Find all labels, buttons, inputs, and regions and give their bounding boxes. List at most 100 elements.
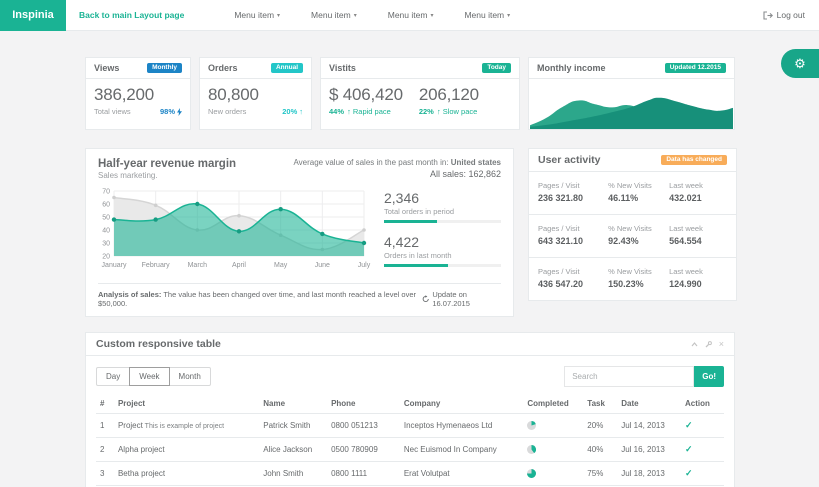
column-header: Completed: [523, 396, 583, 414]
brand-logo[interactable]: Inspinia: [0, 0, 66, 31]
card-title: Orders: [208, 63, 238, 73]
cell-date: Jul 14, 2013: [617, 414, 681, 438]
user-activity-row-1: Pages / Visit236 321.80% New Visits46.11…: [529, 172, 736, 215]
middle-row: Half-year revenue margin Sales marketing…: [85, 148, 735, 317]
filter-week-button[interactable]: Week: [129, 367, 169, 386]
svg-text:50: 50: [102, 215, 110, 222]
user-activity-value: 236 321.80: [538, 193, 608, 203]
visit-value: 206,120: [419, 85, 479, 105]
theme-settings-button[interactable]: ⚙: [781, 49, 819, 78]
visit-stat-1: $ 406,420 44% ↑Rapid pace: [329, 85, 403, 116]
check-icon[interactable]: ✓: [685, 420, 693, 430]
svg-text:60: 60: [102, 202, 110, 209]
analysis-text: Analysis of sales: The value has been ch…: [98, 290, 422, 308]
filter-group: DayWeekMonth: [96, 367, 211, 386]
menu-item-label: Menu item: [464, 10, 504, 20]
main-content: Views Monthly 386,200 Total views 98% Or…: [85, 57, 735, 487]
table-row: 3Betha projectJohn Smith0800 1111Erat Vo…: [96, 462, 724, 486]
visit-value: $ 406,420: [329, 85, 403, 105]
check-icon[interactable]: ✓: [685, 468, 693, 478]
today-badge: Today: [482, 63, 511, 74]
completed-pie-chart: [527, 421, 536, 430]
svg-text:January: January: [102, 262, 127, 269]
cell-action: ✓: [681, 414, 724, 438]
revenue-title: Half-year revenue margin: [98, 158, 236, 170]
user-activity-label: Pages / Visit: [538, 267, 608, 276]
cell-completed: [523, 414, 583, 438]
wrench-icon[interactable]: [705, 341, 712, 348]
user-activity-label: Last week: [669, 224, 727, 233]
user-activity-value: 564.554: [669, 236, 727, 246]
cell-num: 1: [96, 414, 114, 438]
user-activity-cell: Last week432.021: [669, 181, 727, 203]
back-to-layout-link[interactable]: Back to main Layout page: [79, 10, 184, 20]
svg-text:May: May: [274, 262, 288, 269]
column-header: #: [96, 396, 114, 414]
search-input[interactable]: [564, 366, 694, 387]
level-up-icon: ↑: [435, 107, 441, 116]
menu-item-1[interactable]: Menu item▾: [234, 10, 280, 20]
svg-text:June: June: [315, 262, 330, 269]
column-header: Phone: [327, 396, 400, 414]
column-header: Project: [114, 396, 259, 414]
project-name: Betha project: [118, 469, 165, 478]
revenue-stat-1: 2,346Total orders in period: [384, 190, 501, 223]
orders-delta: 20% ↑: [282, 107, 303, 116]
navbar: Inspinia Back to main Layout page Menu i…: [0, 0, 819, 31]
orders-delta-value: 20%: [282, 107, 297, 116]
visit-delta-value: 22%: [419, 107, 434, 116]
caret-down-icon: ▾: [354, 12, 357, 19]
views-card-header: Views Monthly: [86, 58, 190, 79]
user-activity-cell: Pages / Visit236 321.80: [538, 181, 608, 203]
filter-month-button[interactable]: Month: [169, 367, 211, 386]
table-toolbar: DayWeekMonth Go!: [86, 356, 734, 396]
revenue-panel: Half-year revenue margin Sales marketing…: [85, 148, 514, 317]
project-name: Alpha project: [118, 445, 165, 454]
filter-day-button[interactable]: Day: [96, 367, 130, 386]
user-activity-label: % New Visits: [608, 224, 669, 233]
menu-item-label: Menu item: [234, 10, 274, 20]
user-activity-cell: Pages / Visit436 547.20: [538, 267, 608, 289]
column-header: Name: [259, 396, 327, 414]
project-name: Project: [118, 421, 143, 430]
logout-button[interactable]: Log out: [763, 10, 805, 20]
monthly-income-header: Monthly income Updated 12.2015: [529, 58, 734, 79]
visit-delta: 44% ↑Rapid pace: [329, 107, 403, 116]
user-activity-cell: Pages / Visit643 321.10: [538, 224, 608, 246]
cell-action: ✓: [681, 438, 724, 462]
navbar-menu: Menu item▾Menu item▾Menu item▾Menu item▾: [234, 10, 510, 20]
menu-item-3[interactable]: Menu item▾: [388, 10, 434, 20]
update-text: Update on 16.07.2015: [432, 290, 501, 308]
close-icon[interactable]: ×: [719, 340, 724, 349]
cell-action: ✓: [681, 462, 724, 486]
stat-label: Total orders in period: [384, 207, 501, 216]
stat-label: Orders in last month: [384, 251, 501, 260]
bolt-icon: [177, 108, 182, 116]
go-button[interactable]: Go!: [694, 366, 724, 387]
revenue-footer: Analysis of sales: The value has been ch…: [98, 283, 501, 308]
project-note: This is example of project: [143, 423, 224, 430]
collapse-chevron-up-icon[interactable]: [691, 342, 698, 347]
orders-value: 80,800: [208, 85, 303, 105]
updated-badge: Updated 12.2015: [665, 63, 726, 74]
user-activity-value: 92.43%: [608, 236, 669, 246]
menu-item-2[interactable]: Menu item▾: [311, 10, 357, 20]
table-row: 2Alpha projectAlice Jackson0500 780909Ne…: [96, 438, 724, 462]
cell-project: Project This is example of project: [114, 414, 259, 438]
cell-project: Alpha project: [114, 438, 259, 462]
caret-down-icon: ▾: [277, 12, 280, 19]
check-icon[interactable]: ✓: [685, 444, 693, 454]
menu-item-4[interactable]: Menu item▾: [464, 10, 510, 20]
cell-completed: [523, 462, 583, 486]
progress-track: [384, 220, 501, 223]
update-info: Update on 16.07.2015: [422, 290, 501, 308]
revenue-note: Average value of sales in the past month…: [293, 158, 501, 167]
orders-card: Orders Annual 80,800 New orders 20% ↑: [199, 57, 312, 130]
column-header: Company: [400, 396, 524, 414]
visits-card-header: Vistits Today: [321, 58, 519, 79]
table-row: 1Project This is example of projectPatri…: [96, 414, 724, 438]
cell-phone: 0500 780909: [327, 438, 400, 462]
views-value: 386,200: [94, 85, 182, 105]
user-activity-cell: % New Visits150.23%: [608, 267, 669, 289]
menu-item-label: Menu item: [311, 10, 351, 20]
